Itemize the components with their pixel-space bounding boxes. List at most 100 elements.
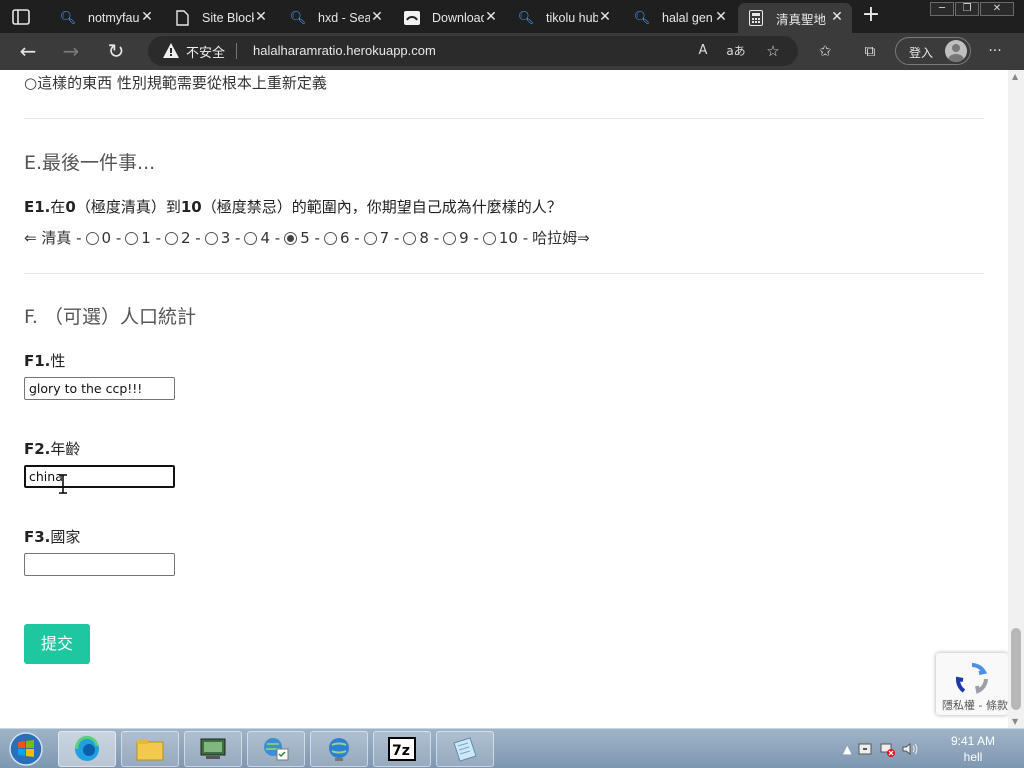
field-f3-number: F3. bbox=[24, 528, 51, 546]
question-e1-ten: 10 bbox=[180, 198, 202, 216]
scale-option-label: 10 - bbox=[498, 228, 529, 247]
more-menu-icon[interactable]: ··· bbox=[985, 41, 1005, 61]
minimize-button[interactable]: ─ bbox=[930, 2, 954, 16]
tray-chevron-icon[interactable]: ▲ bbox=[843, 743, 851, 756]
country-input[interactable] bbox=[24, 553, 175, 576]
divider bbox=[24, 273, 984, 274]
radio-button[interactable] bbox=[204, 231, 218, 245]
forward-arrow-icon[interactable]: → bbox=[59, 39, 83, 63]
scale-option[interactable]: 7 - bbox=[363, 229, 399, 247]
recaptcha-links[interactable]: 隱私權 - 條款 bbox=[942, 697, 1008, 713]
calculator-icon bbox=[748, 10, 764, 26]
file-explorer-icon[interactable] bbox=[121, 731, 179, 767]
question-e1: E1.在0（極度清真）到10（極度禁忌）的範圍內，你期望自己成為什麼樣的人？ bbox=[24, 196, 562, 217]
refresh-icon[interactable]: ↻ bbox=[104, 39, 128, 63]
scale-option[interactable]: 1 - bbox=[125, 229, 161, 247]
radio-button[interactable] bbox=[85, 231, 99, 245]
add-favorite-icon[interactable]: ☆ bbox=[763, 41, 783, 61]
favorites-icon[interactable]: ✩ bbox=[815, 41, 835, 61]
system-app-icon[interactable] bbox=[184, 731, 242, 767]
question-e1-text-b: （極度清真）到 bbox=[75, 198, 181, 216]
tab-halal-gen[interactable]: 🔍︎ halal gen ✕ bbox=[624, 3, 736, 33]
close-icon[interactable]: ✕ bbox=[484, 10, 498, 24]
tab-site-blocked[interactable]: Site Blocked ✕ bbox=[164, 3, 276, 33]
question-e1-number: E1. bbox=[24, 198, 51, 216]
7zip-icon[interactable]: 7z bbox=[373, 731, 431, 767]
recaptcha-badge[interactable]: 隱私權 - 條款 bbox=[936, 653, 1008, 715]
scale-option[interactable]: 0 - bbox=[85, 229, 121, 247]
sex-input[interactable]: glory to the ccp!!! bbox=[24, 377, 175, 400]
close-icon[interactable]: ✕ bbox=[598, 10, 612, 24]
radio-button[interactable] bbox=[403, 231, 417, 245]
close-icon[interactable]: ✕ bbox=[254, 10, 268, 24]
taskbar-clock[interactable]: 9:41 AM hell bbox=[940, 733, 1006, 765]
warning-icon[interactable] bbox=[162, 42, 180, 60]
scale-option[interactable]: 10 - bbox=[482, 228, 529, 247]
windows-taskbar: 7z ▲ 9:41 AM hell bbox=[0, 728, 1024, 768]
tab-notmyfault[interactable]: 🔍︎ notmyfault ✕ bbox=[50, 3, 162, 33]
network-globe-icon[interactable] bbox=[247, 731, 305, 767]
scale-option[interactable]: 3 - bbox=[204, 229, 240, 247]
radio-button[interactable] bbox=[443, 231, 457, 245]
start-button[interactable] bbox=[4, 729, 48, 768]
tab-downloads[interactable]: Downloads ✕ bbox=[394, 3, 506, 33]
section-e-heading: E.最後一件事... bbox=[24, 152, 156, 174]
tab-actions-icon[interactable] bbox=[10, 6, 38, 28]
scale-option[interactable]: 9 - bbox=[443, 229, 479, 247]
page-scrollbar[interactable]: ▲ ▼ bbox=[1008, 70, 1024, 728]
close-icon[interactable]: ✕ bbox=[830, 10, 844, 24]
scroll-down-icon[interactable]: ▼ bbox=[1012, 717, 1018, 726]
radio-button[interactable] bbox=[323, 231, 337, 245]
read-aloud-icon[interactable]: A bbox=[693, 41, 713, 61]
scale-option-label: 9 - bbox=[459, 228, 479, 247]
address-bar[interactable]: 不安全 halalharamratio.herokuapp.com A aあ ☆ bbox=[148, 36, 798, 66]
close-icon[interactable]: ✕ bbox=[140, 10, 154, 24]
notepad-icon[interactable] bbox=[436, 731, 494, 767]
download-site-icon bbox=[404, 10, 420, 26]
field-f1-label: F1.性 bbox=[24, 350, 65, 371]
scale-option[interactable]: 6 - bbox=[323, 229, 360, 247]
restore-button[interactable]: ❐ bbox=[955, 2, 979, 16]
question-e1-text-c: （極度禁忌）的範圍內，你期望自己成為什麼樣的人？ bbox=[201, 198, 562, 216]
tab-tikolu-hub[interactable]: 🔍︎ tikolu hub ✕ bbox=[508, 3, 620, 33]
new-tab-button[interactable]: + bbox=[860, 4, 882, 27]
avatar bbox=[945, 40, 967, 62]
tab-title: Downloads bbox=[432, 11, 484, 25]
age-input[interactable]: china bbox=[24, 465, 175, 488]
tab-hxd-search[interactable]: 🔍︎ hxd - Search ✕ bbox=[280, 3, 392, 33]
login-button[interactable]: 登入 bbox=[895, 37, 971, 65]
login-label: 登入 bbox=[909, 46, 934, 60]
previous-radio-option[interactable]: ○這樣的東西 性別規範需要從根本上重新定義 bbox=[24, 72, 327, 93]
internet-globe-icon[interactable] bbox=[310, 731, 368, 767]
clock-time: 9:41 AM bbox=[950, 734, 996, 748]
close-icon[interactable]: ✕ bbox=[370, 10, 384, 24]
network-error-icon[interactable] bbox=[879, 741, 896, 757]
submit-button[interactable]: 提交 bbox=[24, 624, 90, 664]
url-text[interactable]: halalharamratio.herokuapp.com bbox=[253, 43, 436, 58]
question-e1-zero: 0 bbox=[65, 198, 76, 216]
recaptcha-icon bbox=[954, 661, 990, 697]
radio-button[interactable] bbox=[284, 231, 298, 245]
radio-button[interactable] bbox=[363, 231, 377, 245]
radio-button[interactable] bbox=[165, 231, 178, 245]
collections-icon[interactable]: ⧉ bbox=[860, 41, 880, 61]
scale-option-label: 5 - bbox=[300, 228, 320, 247]
tab-halal-site-active[interactable]: 清真聖地 ✕ bbox=[738, 3, 852, 33]
action-center-icon[interactable] bbox=[857, 741, 873, 757]
translate-icon[interactable]: aあ bbox=[726, 41, 746, 61]
security-status[interactable]: 不安全 bbox=[186, 42, 225, 61]
radio-button[interactable] bbox=[244, 231, 258, 245]
edge-taskbar-icon[interactable] bbox=[58, 731, 116, 767]
scrollbar-thumb[interactable] bbox=[1011, 628, 1021, 710]
scale-option[interactable]: 4 - bbox=[244, 229, 280, 247]
radio-button[interactable] bbox=[125, 231, 139, 245]
scroll-up-icon[interactable]: ▲ bbox=[1012, 72, 1018, 81]
close-icon[interactable]: ✕ bbox=[714, 10, 728, 24]
scale-option[interactable]: 5 - bbox=[284, 229, 320, 247]
scale-option[interactable]: 2 - bbox=[165, 229, 201, 247]
radio-button[interactable] bbox=[482, 231, 496, 245]
volume-icon[interactable] bbox=[901, 741, 919, 757]
window-close-button[interactable]: ✕ bbox=[980, 2, 1014, 16]
back-arrow-icon[interactable]: ← bbox=[16, 39, 40, 63]
scale-option[interactable]: 8 - bbox=[403, 229, 439, 247]
